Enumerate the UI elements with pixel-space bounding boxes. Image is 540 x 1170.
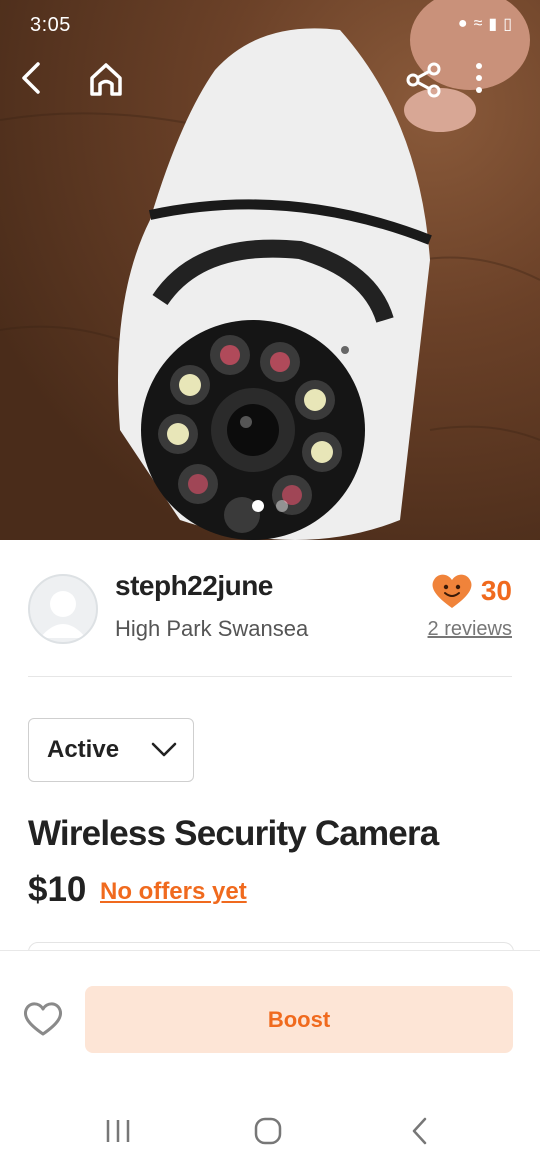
reviews-link[interactable]: 2 reviews — [428, 618, 512, 641]
status-icons: ● ≈ ▮ ▯ — [458, 14, 512, 34]
home-nav-button[interactable] — [238, 1106, 298, 1156]
item-price: $10 — [28, 870, 87, 909]
battery-icon: ▯ — [503, 16, 512, 33]
more-options-button[interactable] — [474, 60, 530, 116]
share-icon — [406, 62, 441, 98]
pagination-dot-active[interactable] — [252, 500, 264, 512]
signal-icon: ▮ — [488, 16, 498, 33]
divider — [28, 676, 512, 677]
seller-avatar[interactable] — [28, 574, 98, 644]
status-time: 3:05 — [30, 14, 71, 36]
back-button[interactable] — [16, 60, 72, 116]
nav-back-icon — [412, 1117, 427, 1145]
home-circle-icon — [254, 1117, 282, 1145]
wifi-icon: ≈ — [473, 15, 483, 32]
listing-status-dropdown[interactable]: Active — [28, 718, 194, 782]
seller-name[interactable]: steph22june — [115, 570, 273, 602]
seller-location: High Park Swansea — [115, 616, 309, 641]
boost-label: Boost — [267, 1006, 331, 1032]
more-vertical-icon — [476, 63, 482, 93]
status-value: Active — [47, 736, 120, 763]
listing-photo[interactable]: 3:05 ● ≈ ▮ ▯ — [0, 0, 540, 540]
smiley-heart-icon — [432, 574, 472, 608]
location-icon: ● — [457, 15, 468, 32]
home-button[interactable] — [86, 60, 142, 116]
seller-rating[interactable]: 30 — [431, 572, 512, 610]
favorite-button[interactable] — [18, 996, 68, 1042]
recents-icon — [106, 1120, 130, 1142]
status-bar: 3:05 ● ≈ ▮ ▯ — [0, 0, 540, 50]
home-icon — [90, 63, 122, 96]
default-avatar-icon — [40, 591, 86, 638]
item-title: Wireless Security Camera — [28, 814, 439, 853]
offers-link[interactable]: No offers yet — [100, 878, 247, 906]
back-nav-button[interactable] — [390, 1106, 450, 1156]
back-arrow-icon — [22, 62, 40, 94]
favorite-heart-icon — [24, 1002, 62, 1036]
boost-button[interactable]: Boost — [85, 986, 513, 1053]
chevron-down-icon — [151, 742, 177, 757]
photo-pagination — [252, 500, 288, 512]
share-button[interactable] — [404, 60, 460, 116]
recents-button[interactable] — [88, 1106, 148, 1156]
rating-count: 30 — [480, 575, 512, 606]
system-nav-bar — [0, 1090, 540, 1170]
pagination-dot[interactable] — [276, 500, 288, 512]
